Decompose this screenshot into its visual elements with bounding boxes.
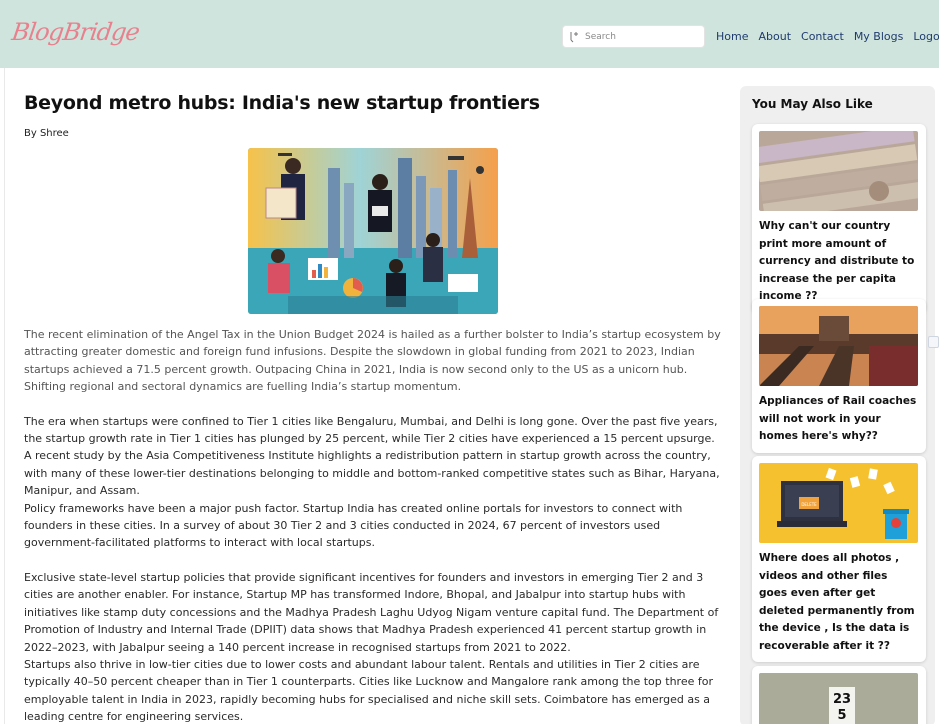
related-post-card[interactable]: DELETE Where does all photos , videos an…: [752, 456, 926, 662]
nav-contact[interactable]: Contact: [801, 30, 844, 43]
article-paragraph: Exclusive state-level startup policies t…: [24, 570, 719, 654]
article-author: By Shree: [24, 128, 69, 139]
related-post-title[interactable]: Where does all photos , videos and other…: [759, 550, 919, 655]
site-logo[interactable]: BlogBridge: [10, 18, 141, 46]
search-icon: [570, 31, 578, 42]
related-posts-sidebar: You May Also Like Why can't our country …: [740, 86, 935, 724]
related-post-card[interactable]: Appliances of Rail coaches will not work…: [752, 299, 926, 453]
sidebar-title: You May Also Like: [752, 97, 873, 111]
article-paragraph: Policy frameworks have been a major push…: [24, 501, 683, 550]
nav-about[interactable]: About: [758, 30, 791, 43]
article-paragraph: Startups also thrive in low-tier cities …: [24, 657, 713, 724]
related-post-card[interactable]: Why can't our country print more amount …: [752, 124, 926, 313]
tag-number-bottom: 5: [837, 708, 846, 723]
number-tags-image[interactable]: 23 5: [759, 673, 918, 724]
article-body: The recent elimination of the Angel Tax …: [24, 326, 722, 724]
main-nav: Home About Contact My Blogs Logout: [716, 30, 939, 43]
delete-label: DELETE: [801, 502, 817, 507]
search-input[interactable]: [585, 31, 695, 42]
scroll-indicator[interactable]: [928, 336, 939, 348]
search-box[interactable]: [562, 25, 705, 48]
nav-my-blogs[interactable]: My Blogs: [854, 30, 904, 43]
nav-home[interactable]: Home: [716, 30, 748, 43]
article-title: Beyond metro hubs: India's new startup f…: [24, 92, 540, 114]
related-post-title[interactable]: Appliances of Rail coaches will not work…: [759, 393, 919, 446]
currency-notes-image[interactable]: [759, 131, 918, 211]
related-post-title[interactable]: Why can't our country print more amount …: [759, 218, 919, 306]
rail-coaches-image[interactable]: [759, 306, 918, 386]
article: Beyond metro hubs: India's new startup f…: [24, 92, 722, 723]
article-paragraph: The era when startups were confined to T…: [24, 414, 720, 498]
header-bar: BlogBridge Home About Contact My Blogs L…: [0, 0, 939, 68]
left-border: [4, 68, 5, 724]
startup-illustration-image: [248, 148, 498, 314]
article-paragraph: The recent elimination of the Angel Tax …: [24, 328, 721, 394]
deleted-files-image[interactable]: DELETE: [759, 463, 918, 543]
tag-number-top: 23: [833, 692, 851, 707]
nav-logout[interactable]: Logout: [913, 30, 939, 43]
related-post-card[interactable]: 23 5: [752, 666, 926, 724]
